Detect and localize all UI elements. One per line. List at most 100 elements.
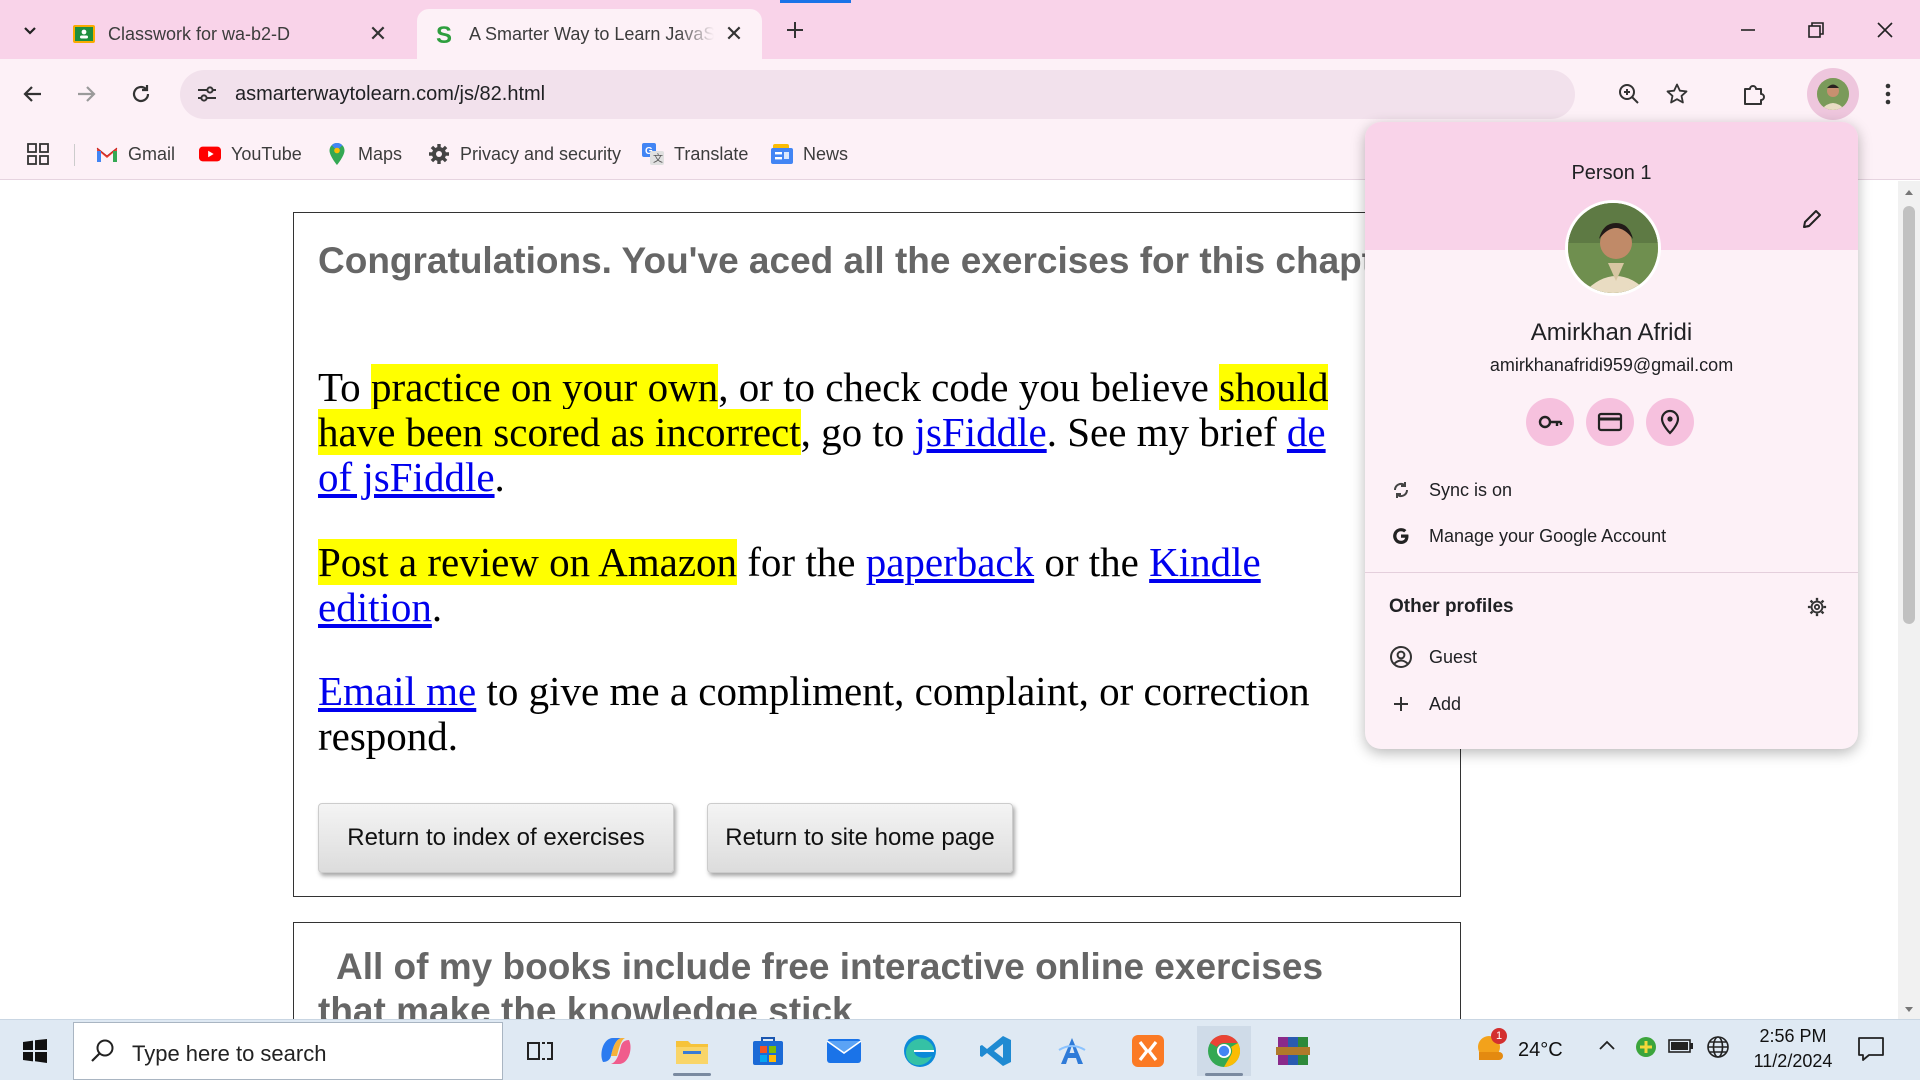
bookmark-gmail[interactable]: Gmail bbox=[96, 140, 175, 168]
character-a-icon bbox=[1058, 1038, 1086, 1064]
reload-icon bbox=[132, 85, 150, 103]
tab-search-button[interactable] bbox=[8, 10, 52, 50]
youtube-icon bbox=[199, 143, 221, 165]
apps-button[interactable] bbox=[27, 140, 49, 168]
sync-icon bbox=[1389, 478, 1413, 502]
sync-label: Sync is on bbox=[1429, 479, 1513, 500]
close-tab-icon[interactable]: ✕ bbox=[722, 22, 746, 46]
guest-profile-row[interactable]: Guest bbox=[1389, 642, 1477, 672]
close-window-button[interactable] bbox=[1863, 10, 1907, 50]
windows-logo-icon bbox=[23, 1039, 47, 1063]
mail-button[interactable] bbox=[817, 1026, 871, 1076]
extensions-button[interactable] bbox=[1735, 76, 1771, 112]
start-button[interactable] bbox=[8, 1026, 62, 1076]
task-view-button[interactable] bbox=[513, 1026, 567, 1076]
bookmark-label: YouTube bbox=[231, 143, 302, 164]
vscode-button[interactable] bbox=[969, 1026, 1023, 1076]
back-button[interactable] bbox=[15, 76, 51, 112]
file-explorer-button[interactable] bbox=[665, 1026, 719, 1076]
restore-button[interactable] bbox=[1794, 10, 1838, 50]
clock[interactable]: 2:56 PM 11/2/2024 bbox=[1748, 1026, 1838, 1072]
divider bbox=[1365, 572, 1858, 573]
winrar-button[interactable] bbox=[1266, 1026, 1320, 1076]
jsfiddle-description-link[interactable]: of jsFiddle bbox=[318, 454, 495, 500]
jsfiddle-description-link[interactable]: de bbox=[1287, 409, 1326, 455]
scrollbar-thumb[interactable] bbox=[1903, 206, 1915, 624]
reload-button[interactable] bbox=[123, 76, 159, 112]
edit-profile-button[interactable] bbox=[1801, 208, 1823, 230]
guest-account-icon bbox=[1389, 645, 1413, 669]
manage-profiles-button[interactable] bbox=[1807, 597, 1827, 617]
minimize-icon bbox=[1741, 29, 1755, 31]
bookmark-privacy[interactable]: Privacy and security bbox=[428, 140, 621, 168]
return-to-index-button[interactable]: Return to index of exercises bbox=[318, 803, 674, 873]
bookmark-youtube[interactable]: YouTube bbox=[199, 140, 302, 168]
close-tab-icon[interactable]: ✕ bbox=[366, 22, 390, 46]
xampp-button[interactable] bbox=[1121, 1026, 1175, 1076]
addresses-button[interactable] bbox=[1646, 398, 1694, 446]
microsoft-store-button[interactable] bbox=[741, 1026, 795, 1076]
task-view-icon bbox=[527, 1042, 553, 1060]
kindle-link[interactable]: Kindle bbox=[1149, 539, 1261, 585]
copilot-button[interactable] bbox=[589, 1026, 643, 1076]
tab-smarter-way[interactable]: S A Smarter Way to Learn JavaScript ✕ bbox=[417, 9, 762, 59]
address-bar[interactable]: asmarterwaytolearn.com/js/82.html bbox=[180, 70, 1575, 119]
puzzle-icon bbox=[1744, 85, 1765, 105]
menu-button[interactable] bbox=[1870, 76, 1906, 112]
highlighted-text: should bbox=[1219, 364, 1329, 410]
minimize-button[interactable] bbox=[1726, 10, 1770, 50]
text: . See my brief bbox=[1046, 409, 1287, 455]
email-me-link[interactable]: Email me bbox=[318, 668, 476, 714]
payment-methods-button[interactable] bbox=[1586, 398, 1634, 446]
chrome-button[interactable] bbox=[1197, 1026, 1251, 1076]
taskbar-search-box[interactable]: Type here to search bbox=[73, 1022, 503, 1080]
page-scrollbar[interactable] bbox=[1898, 181, 1920, 1019]
notification-icon bbox=[1858, 1037, 1884, 1061]
email-paragraph: Email me to give me a compliment, compla… bbox=[318, 669, 1518, 759]
books-heading-line: that make the knowledge stick bbox=[318, 990, 853, 1019]
tab-loading-indicator bbox=[780, 0, 851, 3]
highlighted-text: Post a review on Amazon bbox=[318, 539, 738, 585]
passwords-button[interactable] bbox=[1526, 398, 1574, 446]
bookmark-star-button[interactable] bbox=[1659, 76, 1695, 112]
tray-app-icon[interactable] bbox=[1634, 1035, 1658, 1059]
profile-button[interactable] bbox=[1807, 68, 1859, 120]
bookmark-maps[interactable]: Maps bbox=[326, 140, 402, 168]
text: respond. bbox=[318, 713, 459, 759]
key-icon bbox=[1538, 415, 1563, 429]
tab-classwork[interactable]: Classwork for wa-b2-D ✕ bbox=[56, 9, 406, 59]
network-button[interactable] bbox=[1706, 1035, 1730, 1059]
windows-taskbar: Type here to search 1 24°C 2:56 PM 11/2/… bbox=[0, 1019, 1920, 1080]
highlighted-text: have been scored as incorrect bbox=[318, 409, 801, 455]
new-tab-button[interactable] bbox=[773, 10, 817, 50]
scroll-down-icon[interactable] bbox=[1898, 1003, 1920, 1017]
apps-grid-icon bbox=[27, 143, 49, 165]
edge-button[interactable] bbox=[893, 1026, 947, 1076]
scroll-up-icon[interactable] bbox=[1898, 185, 1920, 199]
bookmark-translate[interactable]: G文 Translate bbox=[642, 140, 748, 168]
text: for the bbox=[737, 539, 866, 585]
notifications-button[interactable] bbox=[1857, 1036, 1885, 1062]
kindle-link[interactable]: edition bbox=[318, 584, 432, 630]
paperback-link[interactable]: paperback bbox=[866, 539, 1034, 585]
bookmark-news[interactable]: News bbox=[771, 140, 848, 168]
winrar-icon bbox=[1276, 1037, 1310, 1065]
jsfiddle-link[interactable]: jsFiddle bbox=[915, 409, 1047, 455]
return-to-home-button[interactable]: Return to site home page bbox=[707, 803, 1013, 873]
divider bbox=[74, 144, 75, 166]
zoom-button[interactable] bbox=[1611, 76, 1647, 112]
tab-title: A Smarter Way to Learn JavaScript bbox=[469, 23, 714, 44]
weather-temperature: 24°C bbox=[1518, 1039, 1563, 1061]
add-profile-row[interactable]: Add bbox=[1389, 689, 1461, 719]
battery-button[interactable] bbox=[1668, 1037, 1694, 1055]
sync-status-row[interactable]: Sync is on bbox=[1389, 475, 1512, 505]
site-info-icon[interactable] bbox=[194, 81, 220, 107]
show-hidden-icons-button[interactable] bbox=[1597, 1038, 1617, 1052]
pencil-icon bbox=[1803, 210, 1821, 228]
books-heading: All of my books include free interactive… bbox=[318, 945, 1323, 1019]
app-button[interactable] bbox=[1045, 1026, 1099, 1076]
manage-account-row[interactable]: Manage your Google Account bbox=[1389, 521, 1666, 551]
folder-icon bbox=[676, 1041, 708, 1064]
forward-button[interactable] bbox=[68, 76, 104, 112]
guest-label: Guest bbox=[1429, 646, 1478, 667]
